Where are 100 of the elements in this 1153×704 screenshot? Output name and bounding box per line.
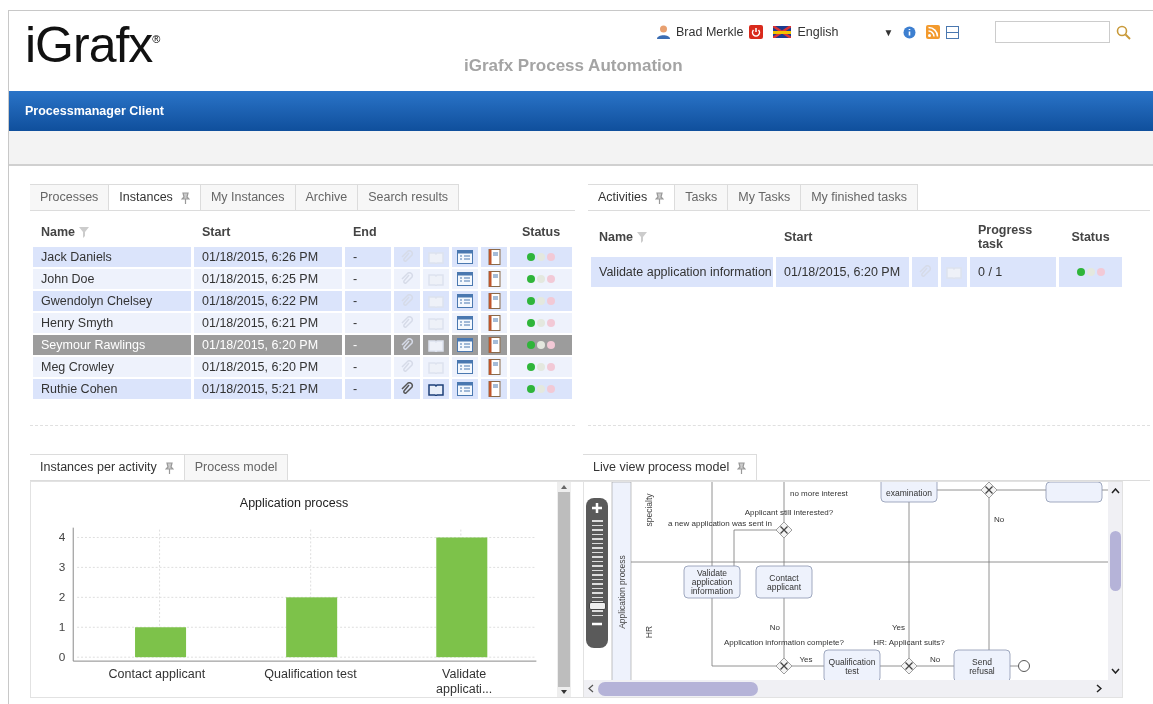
column-header[interactable]: Start	[784, 229, 813, 244]
pin-icon[interactable]	[655, 191, 665, 204]
paperclip-icon[interactable]	[400, 382, 414, 396]
form-icon[interactable]	[457, 382, 473, 396]
form-icon[interactable]	[457, 338, 473, 352]
table-cell: -	[345, 379, 391, 399]
notebook-icon[interactable]	[487, 315, 501, 331]
gateway-node[interactable]	[775, 521, 793, 539]
tab[interactable]: Activities	[588, 184, 676, 210]
notebook-icon[interactable]	[487, 381, 501, 397]
power-icon[interactable]	[749, 25, 764, 39]
user-name[interactable]: Brad Merkle	[676, 22, 744, 42]
task-node[interactable]: examination	[880, 482, 938, 503]
form-icon[interactable]	[457, 272, 473, 286]
task-node[interactable]: Contact applicant	[755, 565, 813, 599]
table-cell: 01/18/2015, 6:22 PM	[194, 291, 342, 311]
info-icon[interactable]	[903, 25, 917, 39]
tab[interactable]: Archive	[295, 184, 359, 210]
scrollbar[interactable]	[1108, 482, 1122, 680]
pin-icon[interactable]	[737, 461, 747, 474]
tab[interactable]: Tasks	[675, 184, 729, 210]
pin-icon[interactable]	[180, 191, 190, 204]
notebook-icon[interactable]	[487, 359, 501, 375]
gateway-node[interactable]	[775, 657, 793, 675]
scroll-right-icon[interactable]	[1096, 684, 1102, 693]
task-node[interactable]: Validate application information	[683, 565, 741, 599]
column-header[interactable]: Start	[202, 224, 231, 239]
table-row[interactable]: Meg Crowley 01/18/2015, 6:20 PM -	[33, 357, 572, 377]
table-row[interactable]: John Doe 01/18/2015, 6:25 PM -	[33, 269, 572, 289]
tab[interactable]: My Tasks	[728, 184, 802, 210]
table-row[interactable]: Ruthie Cohen 01/18/2015, 5:21 PM -	[33, 379, 572, 399]
flow-label: Yes	[891, 623, 905, 632]
tab[interactable]: Search results	[358, 184, 460, 210]
form-icon[interactable]	[457, 316, 473, 330]
scrollbar-thumb[interactable]	[1109, 531, 1121, 591]
scroll-up-icon[interactable]	[1110, 488, 1120, 494]
paperclip-icon[interactable]	[400, 272, 414, 286]
scrollbar[interactable]	[557, 482, 571, 697]
traffic-light-icon	[526, 296, 556, 306]
column-header[interactable]: Status	[1071, 229, 1110, 244]
tab[interactable]: My Instances	[200, 184, 296, 210]
column-header[interactable]: Status	[521, 224, 561, 239]
tab[interactable]: Process model	[184, 454, 289, 480]
column-header[interactable]: End	[353, 224, 377, 239]
table-row[interactable]: Henry Smyth 01/18/2015, 6:21 PM -	[33, 313, 572, 333]
tab[interactable]: Live view process model	[583, 454, 758, 480]
flow-label: No	[769, 623, 780, 632]
rss-icon[interactable]	[926, 25, 941, 39]
window-icon[interactable]	[946, 25, 960, 39]
traffic-light-icon	[526, 318, 556, 328]
table-row[interactable]: Validate application information 01/18/2015, 6:20 PM 0 / 1	[591, 257, 1122, 287]
form-icon[interactable]	[457, 250, 473, 264]
end-event[interactable]	[1018, 660, 1030, 672]
tab[interactable]: Instances per activity	[30, 454, 185, 480]
book-icon[interactable]	[428, 382, 444, 396]
flag-icon	[773, 26, 792, 38]
notebook-icon[interactable]	[487, 271, 501, 287]
scroll-left-icon[interactable]	[588, 684, 594, 693]
chart-title: Application process	[239, 496, 349, 510]
table-cell: 01/18/2015, 6:20 PM	[194, 357, 342, 377]
paperclip-icon[interactable]	[400, 338, 414, 352]
scrollbar-thumb[interactable]	[558, 492, 570, 687]
pin-icon[interactable]	[164, 461, 174, 474]
gateway-node[interactable]	[980, 482, 998, 499]
notebook-icon[interactable]	[487, 293, 501, 309]
table-cell: -	[345, 269, 391, 289]
task-node[interactable]: Send refusal	[953, 649, 1011, 680]
search-icon[interactable]	[1116, 24, 1132, 40]
language-selector[interactable]: English	[797, 22, 878, 42]
gateway-node[interactable]	[900, 657, 918, 675]
task-node[interactable]: Qualification test	[823, 649, 881, 680]
search-field[interactable]	[995, 21, 1111, 43]
task-node[interactable]	[1045, 482, 1103, 503]
dropdown-caret[interactable]: ▼	[883, 24, 894, 40]
flow-label: HR: Applicant suits?	[873, 638, 945, 647]
table-cell: 01/18/2015, 6:21 PM	[194, 313, 342, 333]
table-cell: Jack Daniels	[33, 247, 191, 267]
form-icon[interactable]	[457, 360, 473, 374]
form-icon[interactable]	[457, 294, 473, 308]
table-row[interactable]: Jack Daniels 01/18/2015, 6:26 PM -	[33, 247, 572, 267]
tab[interactable]: My finished tasks	[801, 184, 919, 210]
paperclip-icon[interactable]	[400, 360, 414, 374]
scrollbar[interactable]	[584, 680, 1122, 697]
scrollbar-thumb[interactable]	[598, 681, 758, 696]
paperclip-icon[interactable]	[400, 316, 414, 330]
table-cell: Validate application information	[591, 257, 773, 287]
traffic-light-icon	[526, 340, 556, 350]
table-cell: -	[345, 247, 391, 267]
column-header[interactable]: Name	[41, 224, 76, 239]
table-row[interactable]: Gwendolyn Chelsey 01/18/2015, 6:22 PM -	[33, 291, 572, 311]
product-title: iGrafx Process Automation	[464, 56, 683, 75]
tab[interactable]: Instances	[109, 184, 201, 210]
scroll-down-icon[interactable]	[560, 689, 568, 695]
notebook-icon[interactable]	[487, 337, 501, 353]
scroll-down-icon[interactable]	[1110, 668, 1120, 674]
notebook-icon[interactable]	[487, 249, 501, 265]
tab[interactable]: Processes	[30, 184, 110, 210]
column-header[interactable]: Name	[599, 229, 634, 244]
column-header[interactable]: Progress task	[978, 223, 1038, 251]
flow-label: No	[994, 515, 1005, 524]
